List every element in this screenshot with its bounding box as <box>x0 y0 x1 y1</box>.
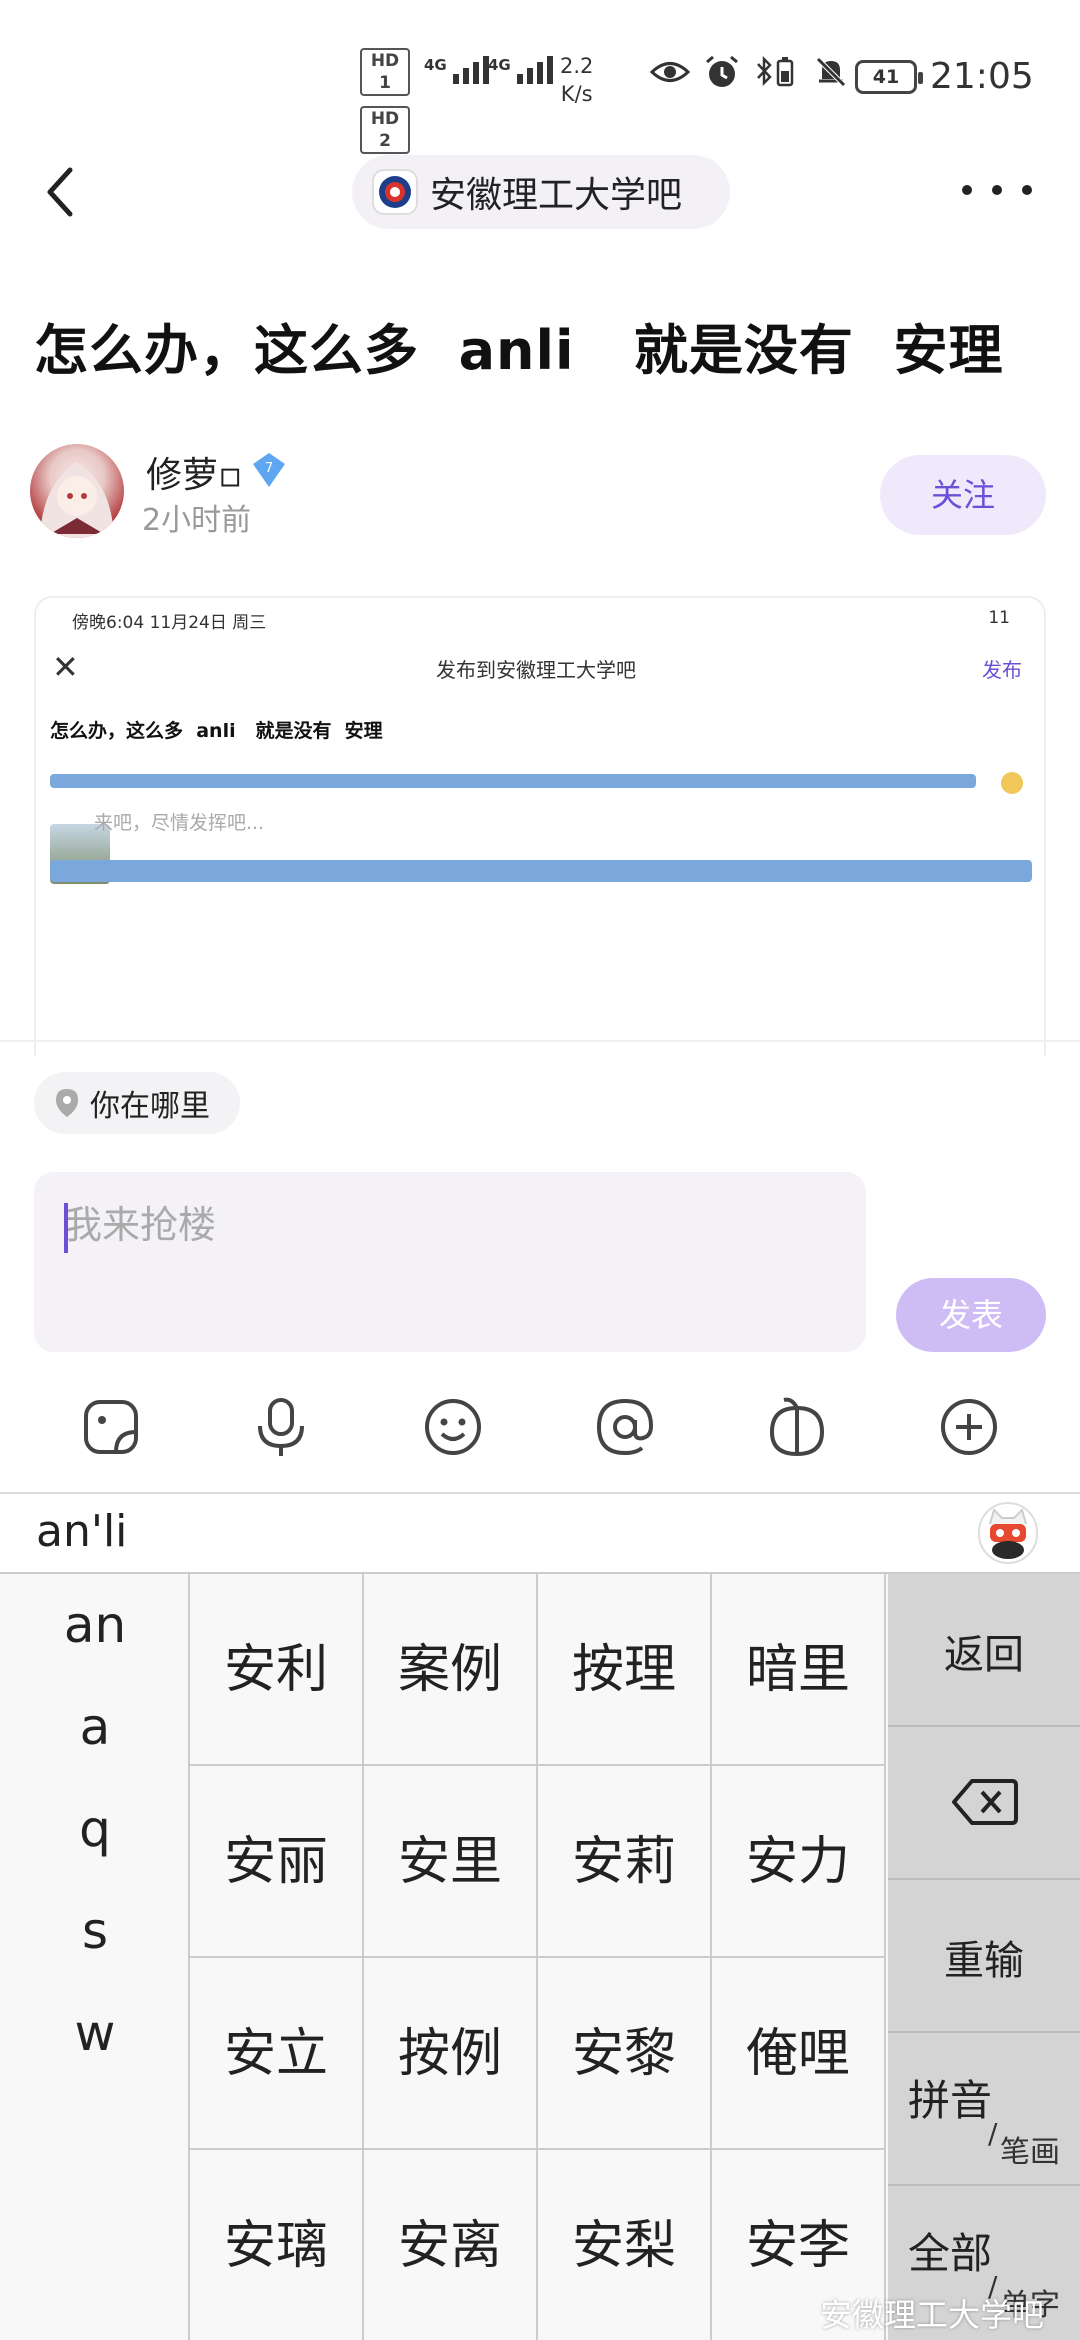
follow-button[interactable]: 关注 <box>880 455 1046 535</box>
more-dot-icon <box>992 185 1002 195</box>
pinyin-options-column: an a q s w <box>0 1574 190 2340</box>
candidate-key[interactable]: 安离 <box>364 2150 538 2340</box>
eye-icon <box>650 62 690 82</box>
post-image[interactable]: 傍晚6:04 11月24日 周三 11 ✕ 发布到安徽理工大学吧 发布 怎么办，… <box>34 596 1046 1056</box>
pinyin-option[interactable]: q <box>0 1800 190 1858</box>
more-dot-icon <box>1022 185 1032 195</box>
candidate-key[interactable]: 安丽 <box>190 1766 364 1958</box>
pinyin-option[interactable]: an <box>0 1596 190 1654</box>
author-avatar[interactable] <box>30 444 124 538</box>
candidate-key[interactable]: 安璃 <box>190 2150 364 2340</box>
signal-2-icon: 4G <box>488 56 553 84</box>
composition-bar: an'li <box>0 1494 1080 1574</box>
image-bottom-bar <box>50 860 1032 882</box>
plus-circle-icon[interactable] <box>934 1392 1004 1462</box>
backspace-key[interactable] <box>888 1727 1080 1880</box>
composition-text: an'li <box>36 1506 128 1557</box>
clock: 21:05 <box>930 56 1034 97</box>
svg-text:7: 7 <box>265 461 273 476</box>
hd-indicators: HD 1 HD 2 <box>360 48 414 164</box>
level-diamond-icon: 7 <box>253 453 285 487</box>
network-speed: 2.2 K/s <box>560 54 594 106</box>
image-placeholder: 来吧，尽情发挥吧... <box>94 812 265 834</box>
post-time: 2小时前 <box>142 503 252 538</box>
gift-icon[interactable] <box>762 1392 832 1462</box>
forum-link[interactable]: 安徽理工大学吧 <box>352 155 730 229</box>
back-button[interactable] <box>40 160 84 224</box>
image-publish: 发布 <box>982 658 1022 682</box>
candidate-key[interactable]: 安立 <box>190 1958 364 2150</box>
return-key[interactable]: 返回 <box>888 1574 1080 1727</box>
watermark: 安徽理工大学吧 <box>820 2296 1045 2334</box>
emoji-icon[interactable] <box>418 1392 488 1462</box>
candidate-key[interactable]: 暗里 <box>712 1574 886 1766</box>
reinput-key[interactable]: 重输 <box>888 1880 1080 2033</box>
location-button[interactable]: 你在哪里 <box>34 1072 240 1134</box>
bluetooth-battery-icon <box>757 55 794 87</box>
candidate-key[interactable]: 按理 <box>538 1574 712 1766</box>
sticker-icon[interactable] <box>76 1392 146 1462</box>
candidate-key[interactable]: 安莉 <box>538 1766 712 1958</box>
candidate-key[interactable]: 安力 <box>712 1766 886 1958</box>
image-banner-bar <box>50 774 976 788</box>
signal-1-icon: 4G <box>424 56 489 84</box>
divider <box>0 1040 1080 1042</box>
pinyin-option[interactable]: a <box>0 1698 190 1756</box>
post-title: 怎么办，这么多 anli 就是没有 安理 <box>34 319 1004 382</box>
forum-logo-icon <box>372 169 418 215</box>
forum-name: 安徽理工大学吧 <box>430 175 683 216</box>
status-bar: HD 1 HD 2 4G 4G 2.2 K/s 41 21:05 <box>0 0 1080 154</box>
battery-icon: 41 <box>855 60 923 94</box>
text-caret <box>64 1203 68 1253</box>
image-title: 发布到安徽理工大学吧 <box>436 658 636 682</box>
reply-input[interactable]: 我来抢楼 <box>34 1172 866 1352</box>
candidate-key[interactable]: 安黎 <box>538 1958 712 2150</box>
pinyin-option[interactable]: s <box>0 1902 190 1960</box>
status-icons <box>650 55 848 89</box>
author-name[interactable]: 修萝▫ <box>146 446 242 498</box>
image-status-left: 傍晚6:04 11月24日 周三 <box>72 613 267 633</box>
function-keys-column: 返回 重输 拼音 / 笔画 全部 / 单字 <box>888 1574 1080 2340</box>
candidate-key[interactable]: 安里 <box>364 1766 538 1958</box>
location-label: 你在哪里 <box>90 1089 210 1124</box>
hd2-badge: HD 2 <box>360 106 410 154</box>
ime-keyboard: an'li an a q s w 安利 案例 按理 暗里 安丽 安里 安莉 安力… <box>0 1492 1080 2340</box>
candidate-grid: 安利 案例 按理 暗里 安丽 安里 安莉 安力 安立 按例 安黎 俺哩 安璃 安… <box>190 1574 888 2340</box>
backspace-icon <box>952 1779 1018 1825</box>
image-close-icon: ✕ <box>52 648 79 686</box>
alarm-icon <box>706 55 738 87</box>
chevron-left-icon <box>47 167 73 217</box>
microphone-icon[interactable] <box>246 1392 316 1462</box>
reply-placeholder: 我来抢楼 <box>64 1203 217 1247</box>
more-options-button[interactable] <box>962 170 1032 210</box>
candidate-key[interactable]: 俺哩 <box>712 1958 886 2150</box>
candidate-key[interactable]: 安梨 <box>538 2150 712 2340</box>
image-post-title: 怎么办，这么多 anli 就是没有 安理 <box>50 720 383 742</box>
pinyin-option[interactable]: w <box>0 2004 190 2062</box>
publish-button[interactable]: 发表 <box>896 1278 1046 1352</box>
location-pin-icon <box>56 1089 78 1117</box>
ime-mascot-icon[interactable] <box>978 1502 1038 1564</box>
image-sun-icon <box>1001 772 1023 794</box>
more-dot-icon <box>962 185 972 195</box>
pinyin-stroke-toggle[interactable]: 拼音 / 笔画 <box>888 2033 1080 2186</box>
composer-toolbar <box>0 1392 1080 1470</box>
candidate-key[interactable]: 安利 <box>190 1574 364 1766</box>
candidate-key[interactable]: 按例 <box>364 1958 538 2150</box>
mute-bell-icon <box>816 57 846 87</box>
mention-icon[interactable] <box>590 1392 660 1462</box>
hd1-badge: HD 1 <box>360 48 410 96</box>
candidate-key[interactable]: 案例 <box>364 1574 538 1766</box>
image-status-right: 11 <box>988 608 1010 628</box>
